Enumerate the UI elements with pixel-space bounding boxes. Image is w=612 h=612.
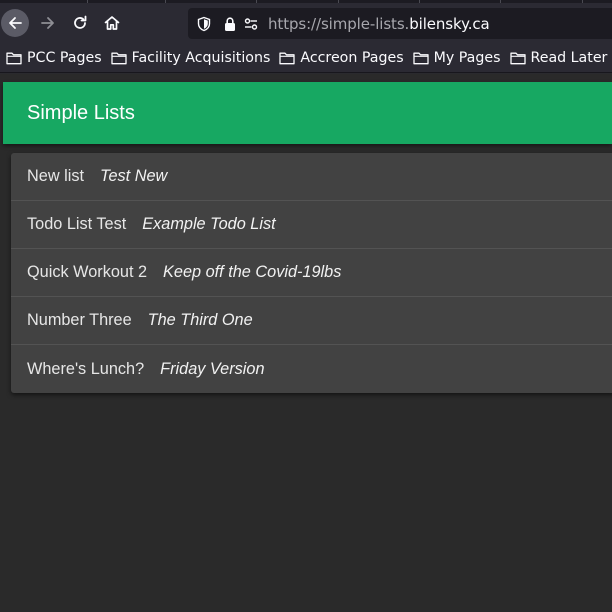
back-arrow-icon [9,17,22,29]
bookmarks-toolbar: PCC Pages Facility Acquisitions Accreon … [0,43,612,73]
bookmark-label: Read Later [530,49,608,66]
list-name: Todo List Test [27,215,127,233]
bookmark-accreon-pages[interactable]: Accreon Pages [273,46,406,70]
bookmark-read-later[interactable]: Read Later [504,46,611,70]
bookmark-pcc-pages[interactable]: PCC Pages [0,46,105,70]
bookmark-label: My Pages [433,49,501,66]
reload-icon [74,15,87,29]
bookmark-label: PCC Pages [27,49,102,66]
folder-icon [110,52,127,64]
shield-icon[interactable] [196,16,212,32]
list-item[interactable]: Where's Lunch? Friday Version [11,345,612,393]
back-button[interactable] [1,9,29,37]
list-description: Friday Version [160,359,265,378]
bookmark-facility-acquisitions[interactable]: Facility Acquisitions [105,46,274,70]
list-name: New list [27,167,84,185]
forward-arrow-icon [41,17,54,29]
list-description: Example Todo List [142,215,276,233]
folder-icon [509,52,526,64]
app-header: Simple Lists [3,82,612,144]
folder-icon [6,52,22,64]
address-bar[interactable]: https://simple-lists.bilensky.ca [188,8,612,39]
list-item[interactable]: Quick Workout 2 Keep off the Covid-19lbs [11,249,612,297]
home-icon [104,16,120,30]
reload-button[interactable] [66,9,94,37]
folder-icon [412,52,429,64]
permissions-icon[interactable] [243,16,259,32]
list-name: Number Three [27,311,132,329]
bookmark-label: Accreon Pages [300,49,404,66]
bookmark-label: Facility Acquisitions [131,49,271,66]
list-name: Quick Workout 2 [27,263,148,281]
bookmark-my-pages[interactable]: My Pages [407,46,504,70]
folder-icon [279,52,296,64]
url-prefix: https://simple-lists. [268,15,410,33]
lists-container: New list Test New Todo List Test Example… [11,153,612,393]
list-item[interactable]: Todo List Test Example Todo List [11,201,612,249]
lock-icon[interactable] [223,16,237,32]
page-viewport: Simple Lists New list Test New Todo List… [0,74,612,612]
url-text[interactable]: https://simple-lists.bilensky.ca [268,15,490,33]
list-item[interactable]: Number Three The Third One [11,297,612,345]
navigation-toolbar: https://simple-lists.bilensky.ca [0,3,612,43]
app-title: Simple Lists [27,102,135,124]
list-description: Test New [100,167,168,185]
home-button[interactable] [98,9,126,37]
list-description: The Third One [147,311,253,329]
url-host: bilensky.ca [409,15,490,33]
forward-button[interactable] [34,9,62,37]
list-name: Where's Lunch? [27,359,145,378]
list-description: Keep off the Covid-19lbs [163,263,342,281]
list-item[interactable]: New list Test New [11,153,612,201]
